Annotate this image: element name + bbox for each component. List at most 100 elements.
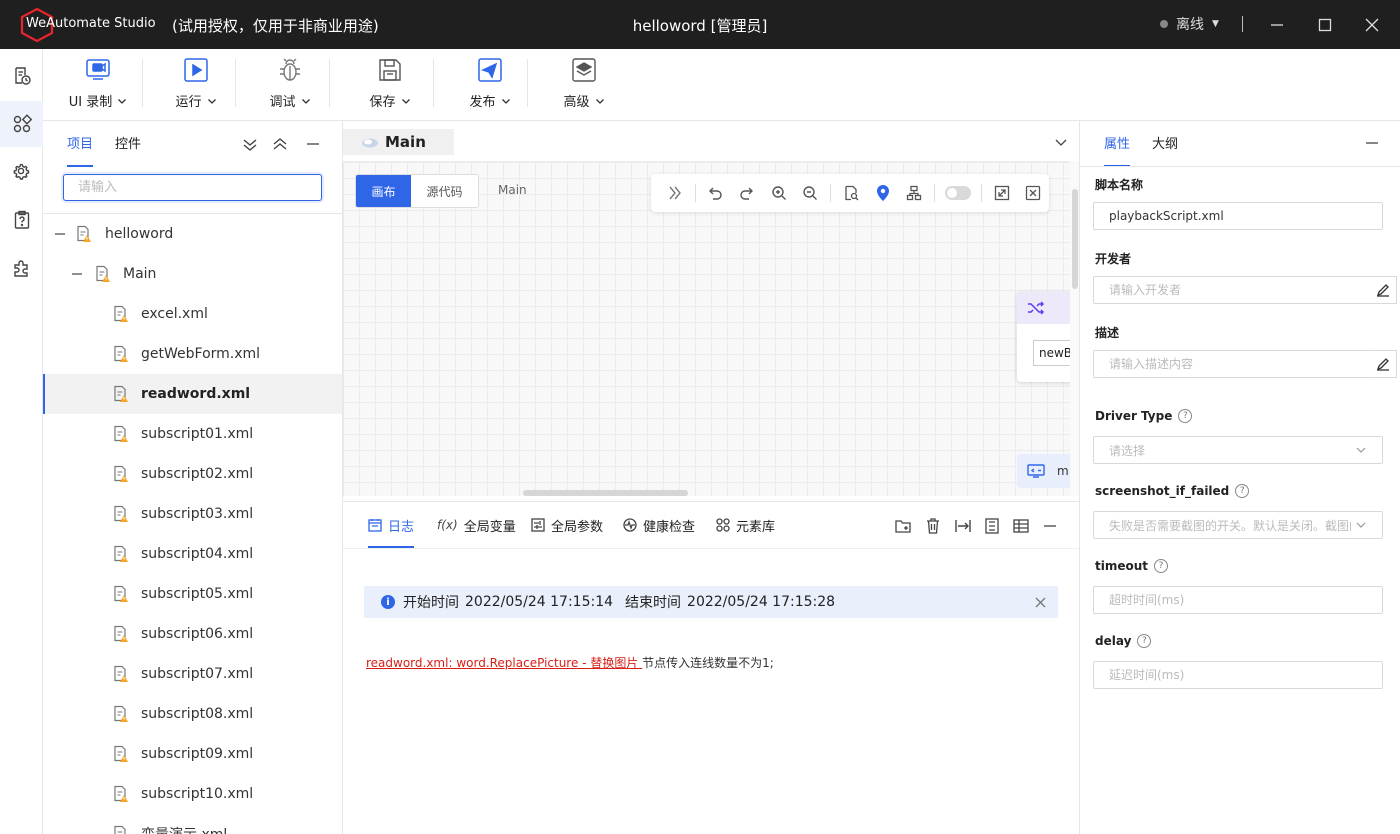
mode-source-button[interactable]: 源代码	[411, 175, 478, 207]
tree-item[interactable]: subscript08.xml	[43, 694, 342, 734]
log-table-button[interactable]	[1010, 515, 1032, 537]
tab-controls[interactable]: 控件	[115, 133, 141, 167]
tab-health-check[interactable]: 健康检查	[623, 502, 695, 548]
panel-divider	[1080, 166, 1400, 167]
flow-node-monitor[interactable]: m	[1017, 454, 1070, 488]
delay-input[interactable]	[1093, 661, 1383, 689]
layout-button[interactable]	[898, 177, 930, 209]
tab-element-library[interactable]: 元素库	[716, 502, 775, 548]
tree-item[interactable]: subscript07.xml	[43, 654, 342, 694]
minimize-log-button[interactable]	[1039, 515, 1061, 537]
tab-outline[interactable]: 大纲	[1152, 133, 1178, 167]
project-search-input[interactable]	[63, 174, 322, 201]
collapse-all-button[interactable]	[269, 133, 291, 155]
tree-item[interactable]: subscript01.xml	[43, 414, 342, 454]
pencil-icon	[1376, 358, 1389, 371]
publish-button[interactable]: 发布	[465, 49, 515, 121]
scroll-to-end-button[interactable]	[952, 515, 974, 537]
mode-canvas-button[interactable]: 画布	[356, 175, 411, 207]
rail-item-components[interactable]	[0, 101, 43, 147]
title-bar: WeAutomate Studio (试用授权，仅用于非商业用途) hellow…	[0, 0, 1400, 49]
redo-button[interactable]	[731, 177, 763, 209]
tab-log[interactable]: 日志	[368, 502, 415, 548]
node-name-input[interactable]: newBl	[1033, 340, 1070, 366]
canvas-horizontal-scrollbar[interactable]	[523, 490, 688, 496]
undo-icon	[709, 187, 723, 200]
editor-tab-main[interactable]: Main	[343, 129, 454, 155]
editor-collapse-button[interactable]	[1051, 132, 1071, 152]
tree-item[interactable]: excel.xml	[43, 294, 342, 334]
description-input[interactable]	[1093, 350, 1370, 378]
undo-button[interactable]	[700, 177, 732, 209]
locate-button[interactable]	[867, 177, 899, 209]
tree-item[interactable]: subscript09.xml	[43, 734, 342, 774]
send-plane-icon	[477, 57, 503, 83]
fit-view-button[interactable]	[986, 177, 1018, 209]
connection-status-dropdown[interactable]: 离线 ▼	[1160, 14, 1219, 34]
collapse-toolbar-button[interactable]	[659, 177, 691, 209]
help-icon[interactable]: ?	[1154, 559, 1169, 573]
collapse-toggle-icon[interactable]	[53, 227, 67, 241]
rail-item-help[interactable]	[0, 197, 43, 243]
maximize-button[interactable]	[1312, 12, 1338, 38]
minimize-properties-button[interactable]	[1362, 133, 1382, 153]
help-icon[interactable]: ?	[1137, 634, 1152, 648]
help-icon[interactable]: ?	[1235, 484, 1250, 498]
timeout-input[interactable]	[1093, 586, 1383, 614]
minimize-panel-button[interactable]	[302, 133, 324, 155]
debug-button[interactable]: 调试	[265, 49, 315, 121]
ui-record-button[interactable]: UI 录制	[68, 49, 128, 121]
minimize-button[interactable]	[1264, 12, 1290, 38]
script-name-input[interactable]	[1093, 202, 1383, 230]
developer-edit-button[interactable]	[1369, 276, 1397, 304]
tree-item[interactable]: subscript06.xml	[43, 614, 342, 654]
open-log-folder-button[interactable]	[892, 515, 914, 537]
tree-item[interactable]: 变量演示.xml	[43, 814, 342, 834]
flow-canvas[interactable]: 画布 源代码 Main new m	[343, 161, 1070, 496]
screenshot-select[interactable]: 失败是否需要截图的开关。默认是关闭。截图的	[1093, 511, 1383, 539]
clipboard-question-icon	[14, 210, 29, 229]
function-icon: f(x)	[437, 518, 458, 532]
tree-item[interactable]: subscript03.xml	[43, 494, 342, 534]
tree-item[interactable]: subscript04.xml	[43, 534, 342, 574]
minimap-toggle[interactable]	[945, 186, 971, 200]
collapse-toggle-icon[interactable]	[70, 267, 84, 281]
run-label: 运行	[175, 95, 202, 110]
rail-item-plugins[interactable]	[0, 245, 43, 291]
tab-properties[interactable]: 属性	[1104, 133, 1130, 167]
save-button[interactable]: 保存	[365, 49, 415, 121]
clear-log-button[interactable]	[922, 515, 944, 537]
rail-item-scripts[interactable]	[0, 53, 43, 99]
titlebar-divider	[1242, 16, 1243, 32]
expand-all-button[interactable]	[239, 133, 261, 155]
tree-item[interactable]: helloword	[43, 214, 342, 254]
tab-global-params[interactable]: 全局参数	[531, 502, 603, 548]
brand-name: WeAutomate Studio	[26, 16, 156, 31]
tree-item[interactable]: subscript10.xml	[43, 774, 342, 814]
developer-input[interactable]	[1093, 276, 1370, 304]
advanced-button[interactable]: 高级	[559, 49, 609, 121]
tree-item[interactable]: subscript05.xml	[43, 574, 342, 614]
tab-project[interactable]: 项目	[67, 133, 93, 167]
log-details-button[interactable]	[981, 515, 1003, 537]
tree-item[interactable]: getWebForm.xml	[43, 334, 342, 374]
rail-item-settings[interactable]	[0, 149, 43, 195]
tree-item[interactable]: readword.xml	[43, 374, 342, 414]
clear-canvas-button[interactable]	[1017, 177, 1049, 209]
run-button[interactable]: 运行	[171, 49, 221, 121]
zoom-out-button[interactable]	[795, 177, 827, 209]
flow-node-random[interactable]: newBl	[1017, 292, 1070, 382]
search-node-button[interactable]	[835, 177, 867, 209]
tree-item-label: subscript08.xml	[141, 706, 254, 722]
tree-item[interactable]: Main	[43, 254, 342, 294]
driver-type-select[interactable]: 请选择	[1093, 436, 1383, 464]
close-window-button[interactable]	[1359, 12, 1385, 38]
tab-global-variables[interactable]: f(x) 全局变量	[437, 502, 516, 548]
description-edit-button[interactable]	[1369, 350, 1397, 378]
zoom-in-button[interactable]	[763, 177, 795, 209]
log-error-link[interactable]: readword.xml: word.ReplacePicture - 替换图片	[366, 656, 642, 670]
project-tree: helloword Main excel.xml getWebForm.xml read…	[43, 214, 342, 834]
help-icon[interactable]: ?	[1178, 409, 1193, 423]
close-info-button[interactable]	[1032, 594, 1048, 610]
tree-item[interactable]: subscript02.xml	[43, 454, 342, 494]
